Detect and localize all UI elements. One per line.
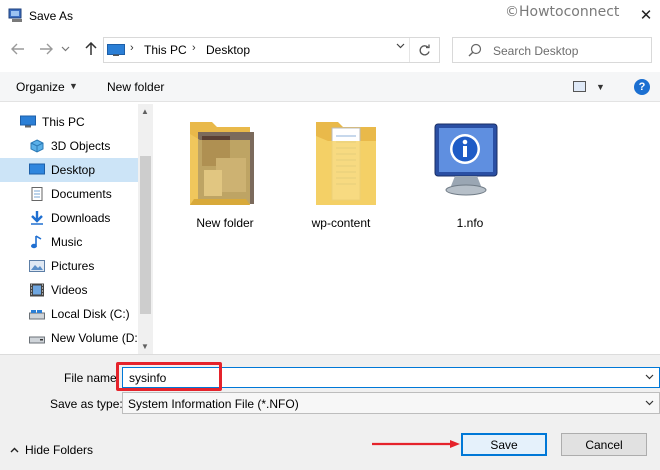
sidebar-item-label: Pictures xyxy=(51,259,95,273)
music-icon xyxy=(31,235,42,249)
save-button[interactable]: Save xyxy=(461,433,547,456)
command-toolbar: Organize ▼ New folder ▼ ? xyxy=(0,72,660,102)
file-name: wp-content xyxy=(311,216,371,230)
help-icon[interactable]: ? xyxy=(634,79,650,95)
sidebar-item-desktop[interactable]: Desktop xyxy=(0,158,138,182)
sidebar-item-label: Documents xyxy=(51,187,112,201)
close-button[interactable]: ✕ xyxy=(632,0,660,30)
organize-button[interactable]: Organize xyxy=(16,80,65,94)
sidebar-item-label: Local Disk (C:) xyxy=(51,307,130,321)
save-options-panel: File name: sysinfo Save as type: System … xyxy=(0,354,660,470)
sidebar-item-label: This PC xyxy=(42,115,85,129)
save-as-type-value: System Information File (*.NFO) xyxy=(128,397,299,411)
hide-folders-label: Hide Folders xyxy=(25,443,94,457)
sidebar-item-downloads[interactable]: Downloads xyxy=(0,206,138,230)
save-button-label: Save xyxy=(490,437,518,452)
back-button[interactable] xyxy=(9,40,27,58)
sidebar-item-3d-objects[interactable]: 3D Objects xyxy=(0,134,138,158)
this-pc-icon xyxy=(20,115,36,128)
file-item-wp-content[interactable]: wp-content xyxy=(296,118,386,230)
view-options-icon[interactable] xyxy=(573,81,586,92)
recent-locations-button[interactable] xyxy=(59,40,71,58)
address-dropdown-icon[interactable] xyxy=(396,41,405,52)
scroll-down-icon[interactable]: ▼ xyxy=(141,342,149,351)
sidebar-scrollbar[interactable]: ▲ ▼ xyxy=(138,104,153,354)
title-bar: Save As ©Howtoconnect ✕ xyxy=(0,0,660,32)
file-name-annotation-box xyxy=(116,362,222,391)
breadcrumb-desktop[interactable]: Desktop xyxy=(206,43,250,57)
save-as-app-icon xyxy=(8,8,22,22)
arrow-up-icon xyxy=(85,42,97,55)
documents-icon xyxy=(31,187,43,201)
breadcrumb-this-pc[interactable]: This PC xyxy=(144,43,187,57)
chevron-down-icon: ▼ xyxy=(69,81,78,91)
breadcrumb-separator: › xyxy=(192,42,196,54)
this-pc-icon xyxy=(107,44,125,56)
hide-folders-button[interactable]: Hide Folders xyxy=(10,443,93,457)
sidebar-item-label: Videos xyxy=(51,283,88,297)
address-bar[interactable]: › This PC › Desktop xyxy=(103,37,440,63)
chevron-down-icon[interactable] xyxy=(645,398,654,408)
sidebar-item-label: Music xyxy=(51,235,83,249)
folder-with-photo-icon xyxy=(190,122,254,205)
sidebar-item-local-disk[interactable]: Local Disk (C:) xyxy=(0,302,138,326)
drive-icon xyxy=(29,336,45,344)
refresh-button[interactable] xyxy=(409,38,439,62)
local-disk-icon xyxy=(29,310,45,320)
system-info-file-icon xyxy=(434,123,498,196)
close-icon: ✕ xyxy=(639,7,653,24)
sidebar-item-label: Downloads xyxy=(51,211,111,225)
file-name-label: File name: xyxy=(64,371,121,385)
new-folder-button[interactable]: New folder xyxy=(107,80,164,94)
scroll-up-icon[interactable]: ▲ xyxy=(141,107,149,116)
sidebar-item-label: New Volume (D: xyxy=(51,331,138,345)
annotation-arrow-icon xyxy=(372,440,460,448)
file-name: New folder xyxy=(196,216,254,230)
search-icon xyxy=(468,43,482,57)
search-input[interactable]: Search Desktop xyxy=(452,37,652,63)
file-item-new-folder[interactable]: New folder xyxy=(180,118,270,230)
folder-with-documents-icon xyxy=(316,122,376,205)
3d-objects-icon xyxy=(30,139,44,153)
up-button[interactable] xyxy=(82,40,100,58)
chevron-down-icon[interactable]: ▼ xyxy=(596,82,605,92)
save-as-type-select[interactable]: System Information File (*.NFO) xyxy=(122,392,660,414)
window-title: Save As xyxy=(29,9,74,23)
sidebar-item-pictures[interactable]: Pictures xyxy=(0,254,138,278)
chevron-up-icon xyxy=(10,447,19,453)
desktop-icon xyxy=(29,163,45,175)
watermark-text: ©Howtoconnect xyxy=(505,4,620,20)
forward-button[interactable] xyxy=(37,40,55,58)
cancel-button[interactable]: Cancel xyxy=(561,433,647,456)
sidebar-item-new-volume[interactable]: New Volume (D: xyxy=(0,326,138,350)
file-name: 1.nfo xyxy=(456,216,484,230)
sidebar-item-videos[interactable]: Videos xyxy=(0,278,138,302)
sidebar-item-documents[interactable]: Documents xyxy=(0,182,138,206)
scrollbar-thumb[interactable] xyxy=(140,156,151,314)
sidebar-item-music[interactable]: Music xyxy=(0,230,138,254)
chevron-down-icon xyxy=(61,46,69,52)
cancel-button-label: Cancel xyxy=(585,437,623,452)
sidebar-item-label: 3D Objects xyxy=(51,139,111,153)
navigation-pane: This PC 3D Objects Desktop Documents Dow… xyxy=(0,104,153,354)
videos-icon xyxy=(30,283,44,297)
breadcrumb-separator: › xyxy=(130,42,134,54)
save-as-type-label: Save as type: xyxy=(50,397,123,411)
file-item-1-nfo[interactable]: 1.nfo xyxy=(425,118,515,230)
pictures-icon xyxy=(29,260,45,272)
downloads-icon xyxy=(31,211,43,225)
sidebar-item-label: Desktop xyxy=(51,163,96,177)
search-placeholder: Search Desktop xyxy=(493,44,579,58)
navigation-bar: › This PC › Desktop Search Desktop xyxy=(0,34,660,66)
refresh-icon xyxy=(419,44,430,55)
arrow-right-icon xyxy=(40,43,53,55)
chevron-down-icon[interactable] xyxy=(645,372,654,382)
arrow-left-icon xyxy=(11,43,24,55)
sidebar-item-this-pc[interactable]: This PC xyxy=(0,110,138,134)
